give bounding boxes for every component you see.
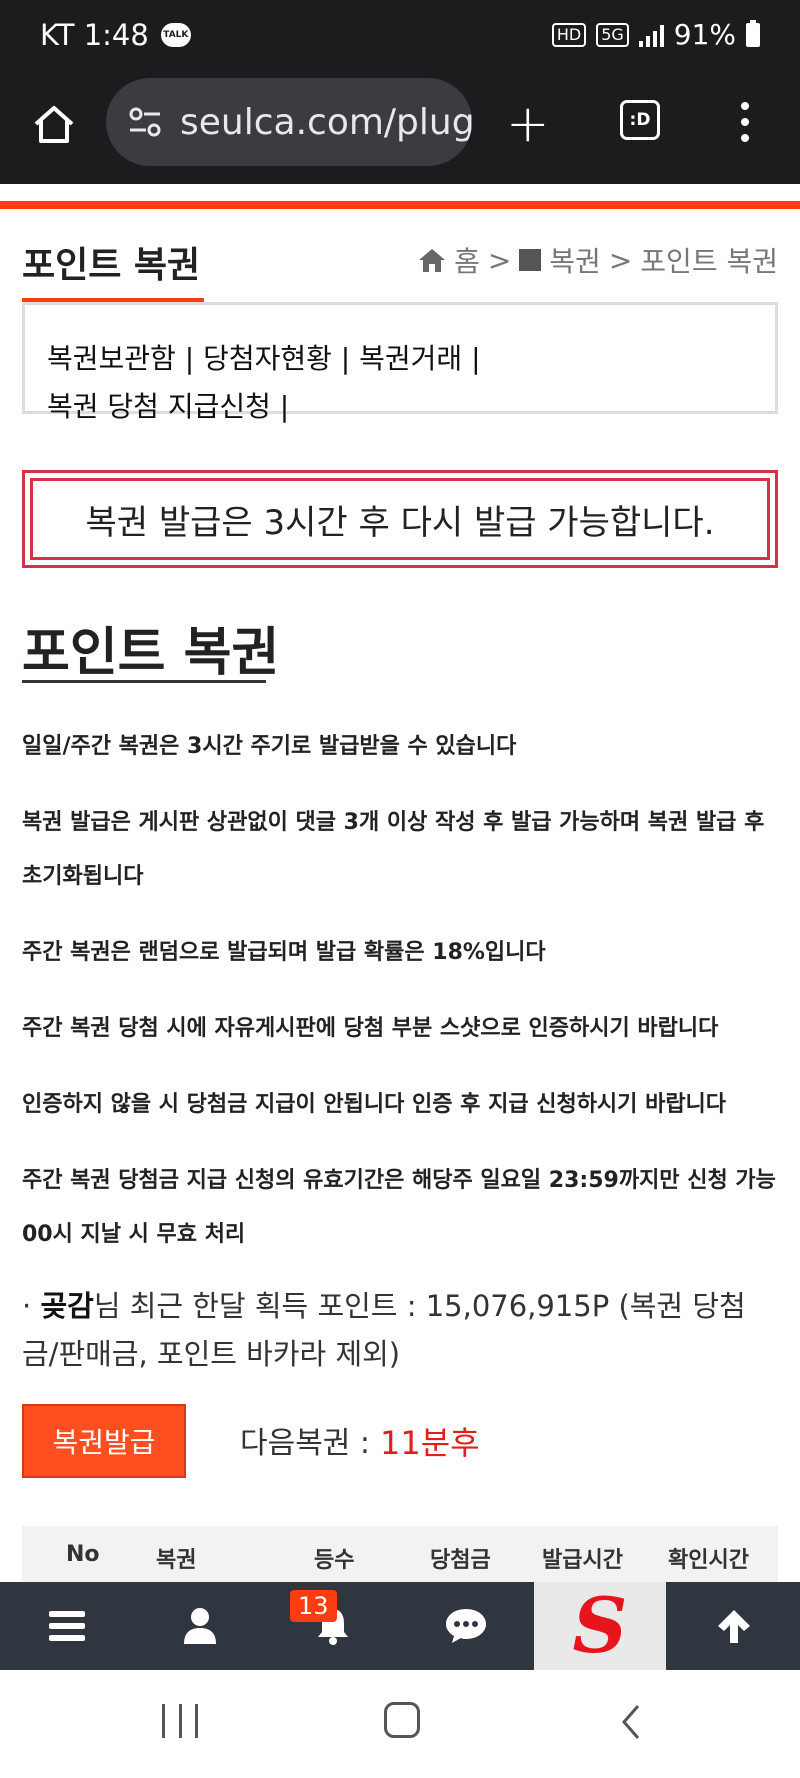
site-bottom-nav: 13 S [0,1582,800,1670]
sub-nav-item-winners[interactable]: 당첨자현황 [203,342,332,375]
notice-text: 복권 발급은 3시간 후 다시 발급 가능합니다. [30,478,770,560]
breadcrumb-separator: > [487,243,512,277]
column-header-rank: 등수 [314,1548,355,1573]
battery-percent: 91% [673,18,736,51]
chat-icon [445,1609,486,1643]
rule-text: 복권 발급은 게시판 상관없이 댓글 3개 이상 작성 후 발급 가능하며 복권… [22,810,765,889]
nav-profile-button[interactable] [133,1582,266,1670]
home-icon[interactable] [30,100,78,148]
monthly-points-info: · 곶감님 최근 한달 획득 포인트 : 15,076,915P (복권 당첨금… [22,1282,782,1378]
username: 곶감 [40,1289,94,1323]
arrow-up-icon [717,1610,750,1643]
sub-nav-separator: | [184,342,195,375]
section-title-underline [22,680,266,683]
column-header-prize: 당첨금 [430,1548,491,1573]
monthly-points-text: 님 최근 한달 획득 포인트 : 15,076,915P (복권 당첨금/판매금… [22,1289,746,1371]
nav-scroll-top-button[interactable] [667,1582,800,1670]
site-logo-button[interactable]: S [534,1582,666,1670]
column-header-issued-time: 발급시간 [542,1548,623,1573]
new-tab-icon[interactable]: + [506,98,550,150]
status-right: HD 5G 91% [551,18,760,51]
sub-nav-separator: | [471,342,481,375]
breadcrumb-home-icon[interactable] [418,247,446,273]
column-header-no: No [66,1542,100,1567]
tabs-icon[interactable]: :D [620,100,660,140]
battery-icon [746,19,760,47]
next-lottery-label: 다음복권 : [240,1426,371,1461]
browser-toolbar: seulca.com/plug + :D [0,74,800,184]
address-bar[interactable]: seulca.com/plug [106,78,472,166]
rule-text: 일일/주간 복권은 3시간 주기로 발급받을 수 있습니다 [22,734,517,759]
column-header-lottery: 복권 [156,1548,197,1573]
browser-menu-icon[interactable] [740,102,750,142]
issue-lottery-button[interactable]: 복권발급 [22,1404,186,1478]
page-title: 포인트 복권 [22,245,201,286]
rule-text: 주간 복권 당첨 시에 자유게시판에 당첨 부분 스샷으로 인증하시기 바랍니다 [22,1016,719,1041]
lottery-sub-nav: 복권보관함 | 당첨자현황 | 복권거래 | 복권 당첨 지급신청 | [22,302,778,423]
carrier-time: KT 1:48 [40,18,149,52]
header-accent-line [0,201,800,209]
nav-chat-button[interactable] [399,1582,532,1670]
sub-nav-item-trade[interactable]: 복권거래 [359,342,462,375]
breadcrumb-category[interactable]: 복권 [549,240,601,280]
hd-icon: HD [551,22,587,47]
user-icon [183,1608,216,1644]
url-text: seulca.com/plug [180,101,472,143]
site-logo: S [572,1581,628,1670]
android-home-icon[interactable] [384,1702,420,1738]
rule-text: 인증하지 않을 시 당첨금 지급이 안됩니다 인증 후 지급 신청하시기 바랍니… [22,1092,727,1117]
kakaotalk-icon: TALK [160,23,191,47]
column-header-checked-time: 확인시간 [668,1548,749,1573]
breadcrumb-current: 포인트 복권 [640,245,778,278]
next-lottery-countdown: 11분후 [380,1424,480,1462]
notice-box: 복권 발급은 3시간 후 다시 발급 가능합니다. [22,470,778,568]
site-settings-icon[interactable] [126,103,164,141]
signal-icon [638,23,664,47]
lottery-table-header: No 복권 등수 당첨금 발급시간 확인시간 [22,1526,778,1582]
bullet: · [22,1289,32,1323]
status-bar: KT 1:48 TALK HD 5G 91% [0,0,800,74]
status-left: KT 1:48 TALK [40,18,191,52]
sub-nav-separator: | [340,342,351,375]
breadcrumb: 홈 > 복권 > 포인트 복권 [418,240,778,280]
network-5g-icon: 5G [596,22,629,47]
rule-text: 주간 복권은 랜덤으로 발급되며 발급 확률은 18%입니다 [22,940,546,965]
breadcrumb-home[interactable]: 홈 [454,240,480,280]
sub-nav-item-payout-request[interactable]: 복권 당첨 지급신청 [47,390,271,423]
breadcrumb-category-icon [519,249,542,271]
nav-menu-button[interactable] [0,1582,133,1670]
sub-nav-separator: | [279,390,290,423]
android-nav-bar [0,1670,800,1778]
rule-text: 주간 복권 당첨금 지급 신청의 유효기간은 해당주 일요일 23:59까지만 … [22,1168,776,1247]
section-title: 포인트 복권 [22,623,280,683]
back-icon[interactable] [612,1702,652,1742]
notification-count-badge: 13 [290,1590,337,1622]
recent-apps-icon[interactable] [162,1704,198,1738]
sub-nav-item-storage[interactable]: 복권보관함 [47,342,176,375]
breadcrumb-separator: > [608,243,633,277]
hamburger-menu-icon [48,1611,85,1641]
